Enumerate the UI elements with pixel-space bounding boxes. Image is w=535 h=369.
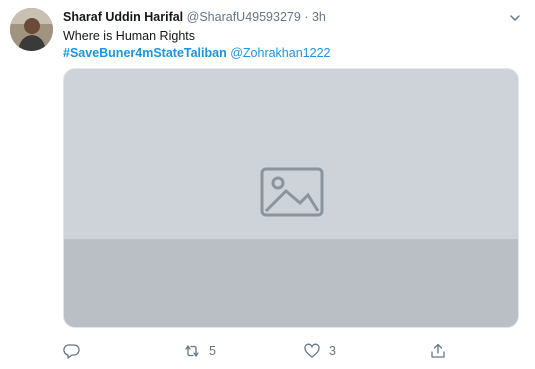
- like-count: 3: [329, 344, 336, 358]
- tweet-header: Sharaf Uddin Harifal @SharafU49593279 · …: [63, 9, 505, 25]
- like-button[interactable]: 3: [303, 340, 336, 362]
- mention-link[interactable]: @Zohrakhan1222: [230, 46, 330, 60]
- share-button[interactable]: [429, 340, 447, 362]
- retweet-button[interactable]: 5: [183, 340, 216, 362]
- tweet-actions: 5 3: [63, 340, 503, 362]
- reply-button[interactable]: [63, 340, 81, 362]
- user-handle[interactable]: @SharafU49593279: [187, 10, 301, 24]
- tweet-card[interactable]: Sharaf Uddin Harifal @SharafU49593279 · …: [0, 0, 535, 369]
- display-name[interactable]: Sharaf Uddin Harifal: [63, 10, 183, 24]
- tweet-timestamp[interactable]: 3h: [312, 10, 326, 24]
- heart-icon: [303, 342, 321, 360]
- retweet-icon: [183, 342, 201, 360]
- hashtag-link[interactable]: #SaveBuner4mStateTaliban: [63, 46, 227, 60]
- avatar[interactable]: [10, 8, 53, 51]
- tweet-media[interactable]: [63, 68, 519, 328]
- chevron-down-icon[interactable]: [509, 11, 521, 23]
- tweet-text: Where is Human Rights #SaveBuner4mStateT…: [63, 28, 515, 62]
- tweet-text-line: Where is Human Rights: [63, 29, 195, 43]
- retweet-count: 5: [209, 344, 216, 358]
- separator-dot: ·: [304, 10, 309, 24]
- share-icon: [429, 342, 447, 360]
- reply-icon: [63, 342, 81, 360]
